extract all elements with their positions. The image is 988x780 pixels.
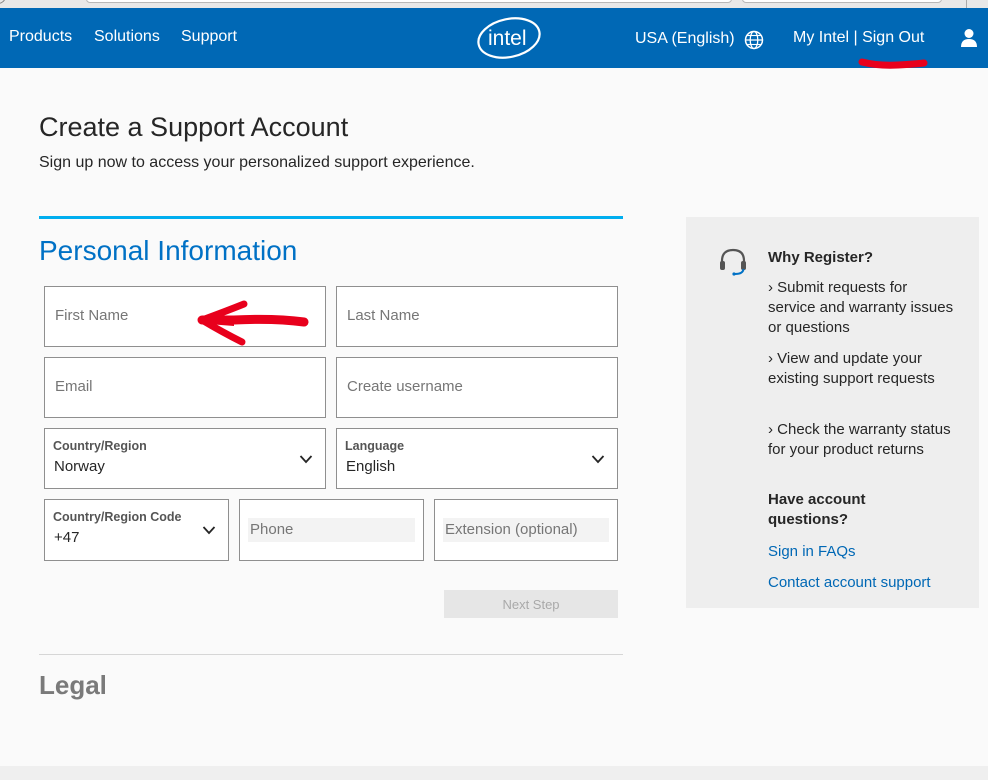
my-intel-sign-out-links[interactable]: My Intel | Sign Out (793, 29, 924, 47)
red-arrow-annotation (197, 300, 309, 346)
footer-strip (0, 766, 988, 780)
extension-input[interactable]: Extension (optional) (443, 518, 609, 542)
reason-item: › Submit requests for service and warran… (768, 279, 954, 336)
language-select[interactable]: Language English (336, 428, 618, 489)
chevron-down-icon (202, 526, 216, 535)
intel-logo-text: intel (488, 27, 527, 50)
phone-input[interactable]: Phone (248, 518, 415, 542)
nav-support-link[interactable]: Support (181, 28, 237, 46)
country-region-select[interactable]: Country/Region Norway (44, 428, 326, 489)
nav-products-link[interactable]: Products (9, 28, 72, 46)
browser-search-bar[interactable] (742, 0, 942, 3)
username-field[interactable]: Create username (336, 357, 618, 418)
section-divider (39, 216, 623, 219)
browser-curl-decoration (0, 0, 6, 4)
country-code-value: +47 (54, 529, 80, 546)
browser-divider (966, 0, 967, 8)
why-register-title: Why Register? (768, 249, 874, 266)
browser-chrome-strip (0, 0, 988, 8)
email-field[interactable]: Email (44, 357, 326, 418)
page-title: Create a Support Account (39, 112, 349, 142)
extension-field[interactable]: Extension (optional) (434, 499, 618, 561)
first-name-placeholder: First Name (55, 307, 129, 324)
page-subtitle: Sign up now to access your personalized … (39, 154, 475, 171)
country-code-label: Country/Region Code (53, 510, 182, 524)
phone-placeholder: Phone (250, 521, 294, 538)
contact-support-link[interactable]: Contact account support (768, 574, 931, 591)
last-name-placeholder: Last Name (347, 307, 420, 324)
legal-heading[interactable]: Legal (39, 670, 107, 701)
globe-icon[interactable] (744, 30, 764, 50)
address-bar[interactable] (86, 0, 732, 3)
reason-item: › Check the warranty status for your pro… (768, 421, 951, 458)
reason-item: › View and update your existing support … (768, 350, 935, 387)
personal-information-heading: Personal Information (39, 235, 298, 266)
user-account-icon[interactable] (960, 28, 978, 48)
language-value: English (346, 458, 396, 475)
nav-solutions-link[interactable]: Solutions (94, 28, 160, 46)
chevron-down-icon (591, 455, 605, 464)
language-label: Language (345, 439, 405, 453)
sign-in-faqs-link[interactable]: Sign in FAQs (768, 543, 856, 560)
why-register-panel: Why Register? › Submit requests for serv… (686, 217, 979, 608)
last-name-field[interactable]: Last Name (336, 286, 618, 347)
country-region-value: Norway (54, 458, 105, 475)
phone-field[interactable]: Phone (239, 499, 424, 561)
account-questions-heading: Have account questions? (768, 491, 866, 528)
country-code-select[interactable]: Country/Region Code +47 (44, 499, 229, 561)
headset-icon (720, 248, 746, 276)
username-placeholder: Create username (347, 378, 463, 395)
extension-placeholder: Extension (optional) (445, 521, 578, 538)
red-underline-annotation (858, 58, 928, 69)
chevron-down-icon (299, 455, 313, 464)
top-navigation-bar: Products Solutions Support intel USA (En… (0, 8, 988, 68)
region-selector[interactable]: USA (English) (635, 30, 735, 48)
legal-divider (39, 654, 623, 655)
email-placeholder: Email (55, 378, 93, 395)
next-step-button[interactable]: Next Step (444, 590, 618, 618)
country-region-label: Country/Region (53, 439, 147, 453)
intel-logo[interactable]: intel (476, 16, 542, 60)
